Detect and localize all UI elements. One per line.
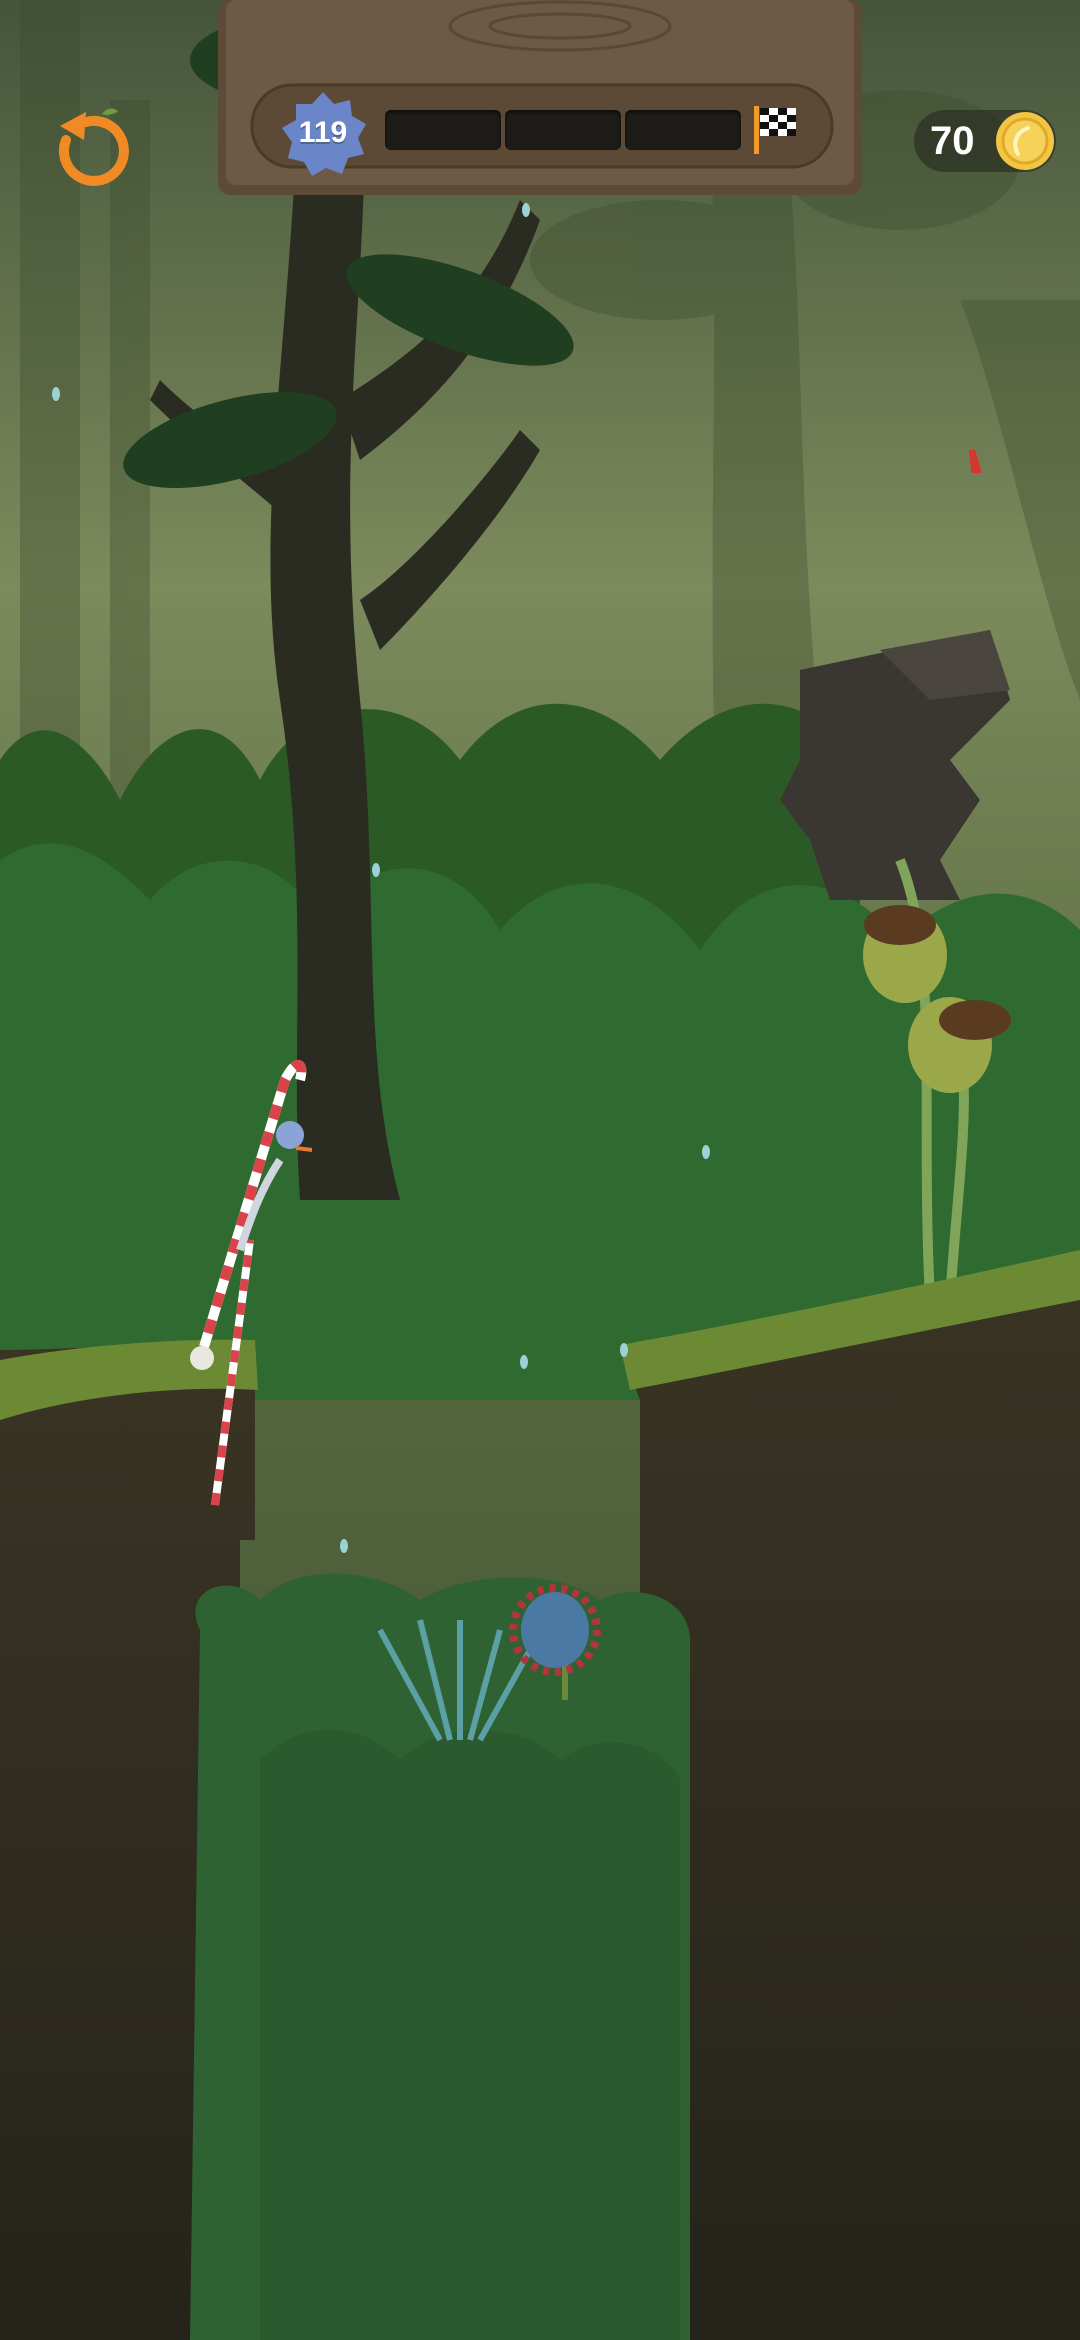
gold-coin-icon [996, 112, 1054, 170]
progress-segment [625, 110, 741, 150]
restart-button[interactable] [38, 100, 138, 200]
coin-counter: 70 [914, 110, 1056, 172]
level-progress-bar [385, 110, 741, 150]
coin-count: 70 [930, 119, 975, 163]
game-scene [0, 0, 1080, 2340]
progress-segment [385, 110, 501, 150]
checkered-flag-icon [754, 106, 796, 154]
jungle-background [0, 0, 1080, 2340]
level-number: 119 [298, 116, 348, 149]
progress-segment [505, 110, 621, 150]
restart-arrow-icon [59, 108, 129, 186]
level-progress-board: 119 [210, 0, 870, 200]
